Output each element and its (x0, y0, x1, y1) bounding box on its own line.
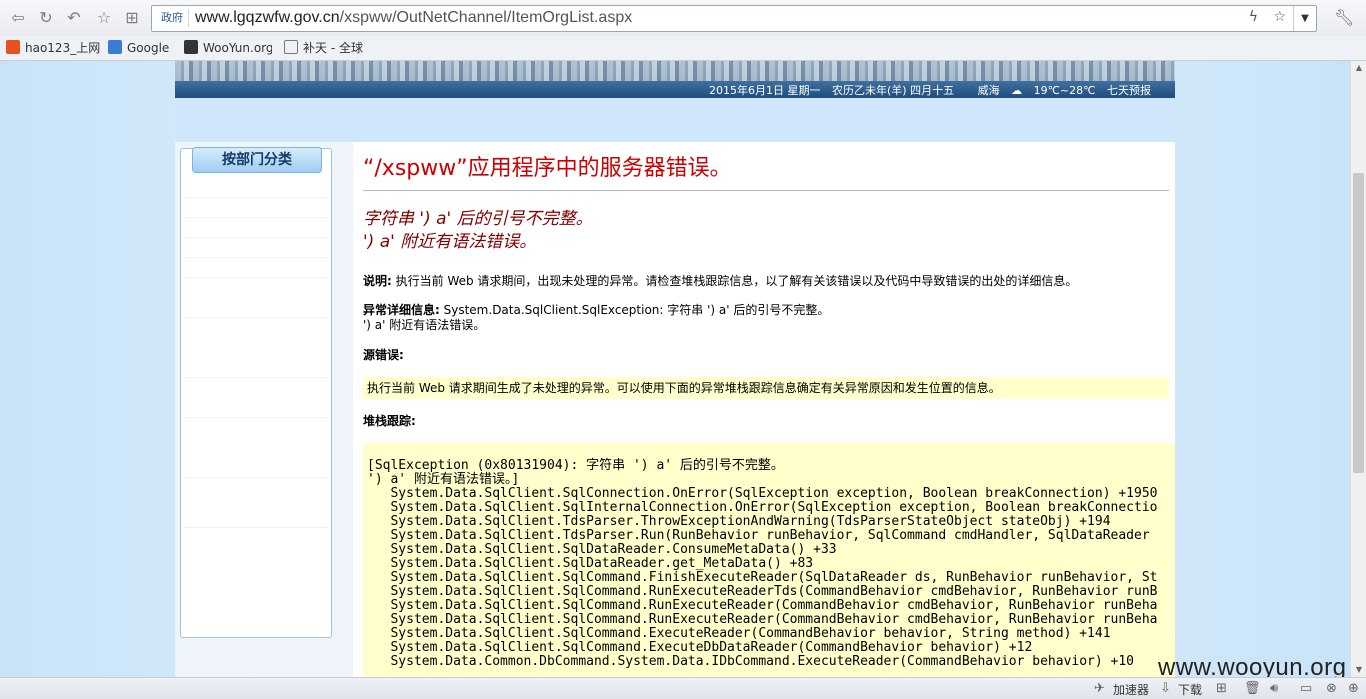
stack-trace-heading: 堆栈跟踪: (363, 414, 416, 428)
left-column: 按部门分类 (175, 142, 353, 677)
panel-divider (184, 277, 328, 278)
divider (363, 190, 1169, 191)
page-title: “/xspww”应用程序中的服务器错误。 (363, 156, 732, 181)
scroll-up-icon[interactable]: ▲ (1351, 61, 1366, 75)
city-skyline (175, 61, 1175, 81)
volume-icon[interactable]: 🔊︎ (1270, 681, 1278, 696)
download-icon: ⇩ (1160, 681, 1171, 696)
url-path: /xspww/OutNetChannel/ItemOrgList.aspx (339, 9, 633, 26)
stack-trace-text: [SqlException (0x80131904): 字符串 ') a' 后的… (367, 458, 1158, 669)
apps-grid-icon[interactable]: ⊞ (122, 8, 142, 28)
cloud-icon: ☁ (1011, 84, 1023, 97)
accelerator-button[interactable]: 加速器 (1113, 681, 1149, 698)
scrollbar-thumb[interactable] (1353, 173, 1364, 473)
description: 说明: 执行当前 Web 请求期间，出现未处理的异常。请检查堆栈跟踪信息，以了解… (363, 274, 1077, 289)
panel-divider (184, 217, 328, 218)
star-icon[interactable]: ☆ (94, 8, 114, 28)
panel-divider (184, 257, 328, 258)
header-banner: 2015年6月1日 星期一 农历乙未年(羊) 四月十五 威海 ☁ 19℃~28℃… (175, 61, 1175, 98)
zoom-icon[interactable]: ⊕ (1348, 681, 1359, 696)
error-content: “/xspww”应用程序中的服务器错误。 字符串 ') a' 后的引号不完整。 … (353, 142, 1175, 677)
banner-city: 威海 (977, 84, 1000, 97)
department-panel: 按部门分类 (180, 147, 332, 638)
panel-divider (184, 377, 328, 378)
rocket-icon: ✈ (1094, 681, 1105, 696)
banner-forecast[interactable]: 七天预报 (1107, 84, 1151, 97)
panel-divider (184, 197, 328, 198)
source-error-heading: 源错误: (363, 348, 404, 362)
bookmarks-bar: hao123_上网 Google WooYun.org 补天 - 全球 (0, 36, 1366, 61)
stack-trace-box: [SqlException (0x80131904): 字符串 ') a' 后的… (363, 443, 1175, 677)
screen-icon[interactable]: ▭ (1300, 681, 1312, 696)
banner-lunar: 农历乙未年(羊) 四月十五 (831, 84, 955, 97)
back-icon[interactable]: ⇦ (8, 8, 28, 28)
address-badge: 政府 (156, 9, 189, 27)
browser-toolbar: ⇦ ↻ ↶ ☆ ⊞ 政府 www.lgqzwfw.gov.cn/xspww/Ou… (0, 0, 1366, 37)
bookmark-hao123[interactable]: hao123_上网 (6, 39, 100, 57)
exception-label: 异常详细信息: (363, 303, 440, 317)
address-bar[interactable]: 政府 www.lgqzwfw.gov.cn/xspww/OutNetChanne… (151, 5, 1317, 32)
banner-temp: 19℃~28℃ (1033, 84, 1096, 97)
status-bar: ✈ 加速器 ⇩ 下载 ⊞ 🗑︎ 🔊︎ ▭ ⊗ ⊕ (0, 677, 1366, 699)
panel-divider (184, 417, 328, 418)
source-error-box: 执行当前 Web 请求期间生成了未处理的异常。可以使用下面的异常堆栈跟踪信息确定… (363, 377, 1169, 399)
page-viewport: 2015年6月1日 星期一 农历乙未年(羊) 四月十五 威海 ☁ 19℃~28℃… (0, 61, 1350, 677)
panel-divider (184, 317, 328, 318)
bookmark-butian[interactable]: 补天 - 全球 (284, 39, 374, 57)
exception-text-2: ') a' 附近有语法错误。 (363, 318, 486, 332)
error-message-line: ') a' 附近有语法错误。 (363, 232, 537, 252)
banner-info: 2015年6月1日 星期一 农历乙未年(羊) 四月十五 威海 ☁ 19℃~28℃… (701, 82, 1151, 98)
error-message-line: 字符串 ') a' 后的引号不完整。 (363, 209, 593, 229)
description-text: 执行当前 Web 请求期间，出现未处理的异常。请检查堆栈跟踪信息，以了解有关该错… (391, 274, 1078, 288)
error-message: 字符串 ') a' 后的引号不完整。 ') a' 附近有语法错误。 (363, 208, 593, 254)
vertical-scrollbar[interactable]: ▲ ▼ (1350, 61, 1366, 677)
panel-divider (184, 527, 328, 528)
banner-date: 2015年6月1日 星期一 (708, 84, 821, 97)
url-host: www.lgqzwfw.gov.cn (195, 9, 340, 26)
hao123-icon (6, 40, 20, 54)
scroll-down-icon[interactable]: ▼ (1351, 663, 1366, 677)
google-icon (108, 40, 122, 54)
wrench-icon[interactable]: 🔧︎ (1334, 8, 1354, 27)
bookmark-star-icon[interactable]: ☆ (1273, 9, 1286, 25)
panel-heading: 按部门分类 (192, 147, 322, 173)
star-icon (284, 40, 298, 54)
lightning-icon[interactable]: ϟ (1249, 9, 1258, 25)
download-button[interactable]: 下载 (1178, 681, 1202, 698)
description-label: 说明: (363, 274, 392, 288)
bookmark-wooyun[interactable]: WooYun.org (184, 39, 272, 57)
exception-details: 异常详细信息: System.Data.SqlClient.SqlExcepti… (363, 303, 829, 333)
panel-divider (184, 477, 328, 478)
refresh-icon[interactable]: ↻ (36, 8, 56, 28)
window-icon[interactable]: ⊞ (1216, 681, 1227, 696)
chevron-down-icon[interactable]: ▼ (1293, 6, 1316, 31)
panel-divider (184, 237, 328, 238)
undo-icon[interactable]: ↶ (64, 8, 84, 28)
trash-icon[interactable]: 🗑︎ (1244, 681, 1261, 696)
exception-text: System.Data.SqlClient.SqlException: 字符串 … (439, 303, 830, 317)
nav-band (175, 98, 1175, 142)
wooyun-icon (184, 40, 198, 54)
bookmark-google[interactable]: Google (108, 39, 176, 57)
close-icon[interactable]: ⊗ (1326, 681, 1337, 696)
address-url[interactable]: www.lgqzwfw.gov.cn/xspww/OutNetChannel/I… (195, 9, 632, 27)
